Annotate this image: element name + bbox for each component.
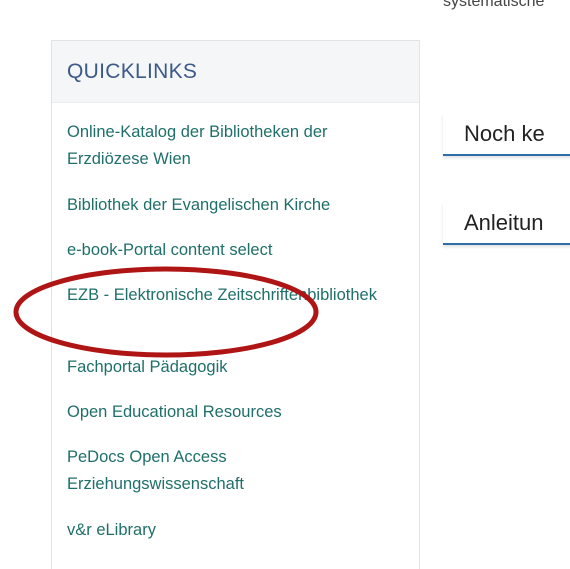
- quicklink-fachportal-paedagogik[interactable]: Fachportal Pädagogik: [67, 354, 407, 381]
- quicklinks-panel: QUICKLINKS Online-Katalog der Bibliothek…: [51, 40, 420, 569]
- tab-noch-keine[interactable]: Noch ke: [443, 114, 570, 156]
- quicklink-ezb[interactable]: EZB - Elektronische Zeitschriftenbibliot…: [67, 282, 407, 309]
- quicklinks-header: QUICKLINKS: [52, 41, 419, 103]
- quicklink-vr-elibrary[interactable]: v&r eLibrary: [67, 517, 407, 544]
- quicklink-evangelische-kirche[interactable]: Bibliothek der Evangelischen Kirche: [67, 192, 407, 219]
- page: systematische QUICKLINKS Online-Katalog …: [0, 0, 570, 569]
- quicklink-online-katalog[interactable]: Online-Katalog der Bibliotheken der Erzd…: [67, 119, 407, 173]
- tab-anleitung-label: Anleitun: [464, 210, 544, 235]
- truncated-heading-text: systematische: [443, 0, 545, 10]
- quicklink-ebook-portal[interactable]: e-book-Portal content select: [67, 237, 407, 264]
- quicklink-pedocs[interactable]: PeDocs Open Access Erziehungswissenschaf…: [67, 444, 407, 498]
- quicklink-open-educational-resources[interactable]: Open Educational Resources: [67, 399, 407, 426]
- quicklinks-title: QUICKLINKS: [67, 59, 198, 83]
- tab-anleitung[interactable]: Anleitun: [443, 203, 570, 245]
- tab-noch-keine-label: Noch ke: [464, 121, 545, 146]
